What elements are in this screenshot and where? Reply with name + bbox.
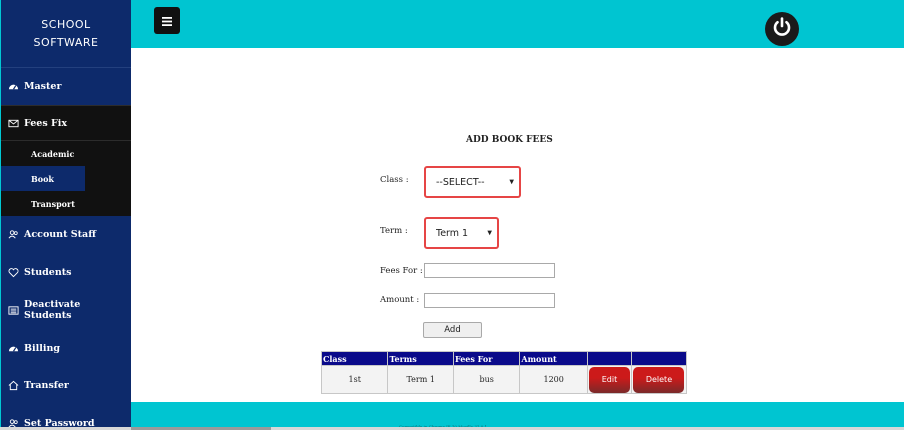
home-icon	[8, 380, 19, 391]
users-icon	[8, 229, 19, 240]
fees-for-label: Fees For :	[380, 266, 423, 276]
footer: Compatible in Chrome IE 10 Mozilla 31.0.…	[131, 402, 904, 430]
sidebar-item-transfer[interactable]: Transfer	[1, 367, 131, 404]
sidebar-item-label: Master	[24, 81, 62, 92]
sidebar: SCHOOL SOFTWARE Master Fees Fix Academic…	[0, 0, 131, 430]
amount-label: Amount :	[380, 295, 420, 305]
page-title: ADD BOOK FEES	[466, 135, 553, 145]
submenu-label: Academic	[31, 148, 75, 159]
sidebar-item-label: Students	[24, 266, 72, 278]
amount-input[interactable]	[424, 293, 555, 308]
sidebar-item-label: Account Staff	[24, 229, 96, 240]
column-header	[586, 351, 632, 366]
table-row: 1st Term 1 bus 1200 Edit Delete	[320, 365, 688, 394]
dashboard-icon	[8, 343, 19, 354]
submenu-item-academic[interactable]: Academic	[1, 141, 131, 166]
cell-amount: 1200	[519, 365, 588, 394]
main-content: ADD BOOK FEES Class : --SELECT-- ▼ Term …	[131, 48, 904, 402]
sidebar-item-account-staff[interactable]: Account Staff	[1, 216, 131, 253]
term-label: Term :	[380, 226, 408, 236]
submenu-label: Transport	[31, 198, 75, 209]
column-header: Class	[320, 351, 389, 366]
sidebar-item-master[interactable]: Master	[1, 68, 131, 105]
edit-button[interactable]: Edit	[588, 366, 630, 393]
term-select-wrapper: Term 1 ▼	[424, 217, 499, 249]
table-header-row: Class Terms Fees For Amount	[320, 351, 688, 366]
class-label: Class :	[380, 175, 409, 185]
fees-table: Class Terms Fees For Amount 1st Term 1 b…	[320, 351, 688, 394]
top-bar	[131, 0, 904, 48]
cell-edit: Edit	[586, 365, 632, 394]
hamburger-icon	[162, 11, 172, 30]
dashboard-icon	[8, 81, 19, 92]
brand-line-1: SCHOOL	[41, 17, 91, 31]
heart-icon	[8, 267, 19, 278]
sidebar-item-label: Deactivate Students	[24, 299, 81, 321]
brand-line-2: SOFTWARE	[33, 35, 99, 49]
submenu-label: Book	[31, 173, 54, 184]
sidebar-item-fees-fix[interactable]: Fees Fix	[1, 105, 131, 141]
envelope-icon	[8, 118, 19, 129]
class-select[interactable]: --SELECT--	[426, 168, 519, 196]
sidebar-item-label: Fees Fix	[24, 117, 67, 129]
brand-logo: SCHOOL SOFTWARE	[1, 0, 131, 68]
cell-class: 1st	[320, 365, 389, 394]
cell-delete: Delete	[630, 365, 688, 394]
sidebar-item-students[interactable]: Students	[1, 253, 131, 291]
power-icon	[771, 16, 793, 42]
class-select-wrapper: --SELECT-- ▼	[424, 166, 521, 198]
sidebar-item-billing[interactable]: Billing	[1, 329, 131, 367]
logout-button[interactable]	[765, 12, 799, 46]
column-header: Fees For	[452, 351, 521, 366]
menu-toggle-button[interactable]	[154, 7, 180, 34]
sidebar-item-label: Transfer	[24, 380, 69, 391]
cell-term: Term 1	[387, 365, 454, 394]
column-header	[630, 351, 688, 366]
add-button[interactable]: Add	[423, 322, 482, 338]
column-header: Amount	[519, 351, 588, 366]
sidebar-item-deactivate-students[interactable]: Deactivate Students	[1, 291, 131, 329]
delete-button[interactable]: Delete	[633, 366, 685, 393]
submenu-item-transport[interactable]: Transport	[1, 191, 131, 216]
term-select[interactable]: Term 1	[426, 219, 497, 247]
column-header: Terms	[387, 351, 454, 366]
submenu-item-book[interactable]: Book	[1, 166, 85, 191]
fees-for-input[interactable]	[424, 263, 555, 278]
cell-fees-for: bus	[452, 365, 521, 394]
list-icon	[8, 305, 19, 316]
sidebar-item-label: Billing	[24, 342, 61, 354]
fees-fix-submenu: Academic Book Transport	[1, 141, 131, 216]
